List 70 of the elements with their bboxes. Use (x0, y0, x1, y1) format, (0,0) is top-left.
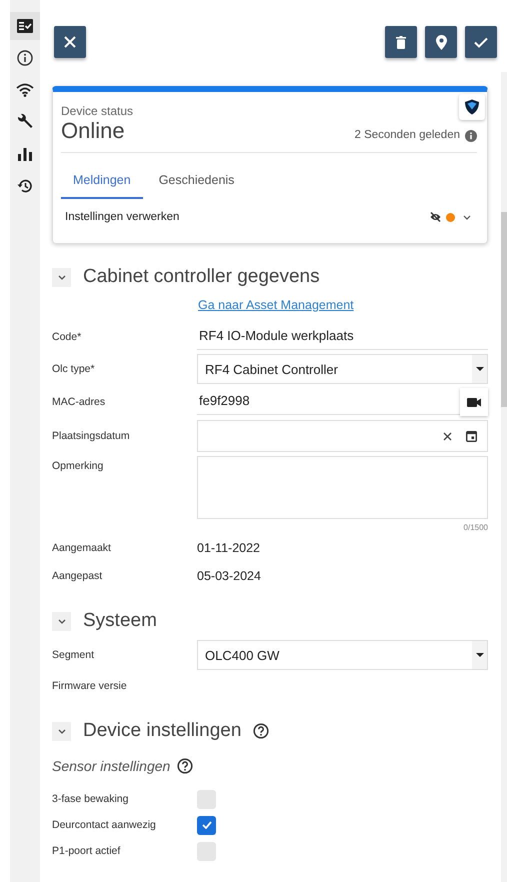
collapse-button[interactable] (52, 612, 71, 630)
section-title: Cabinet controller gegevens (83, 266, 320, 288)
field-label: 3-fase bewaking (52, 793, 130, 805)
field-label: Aangemaakt (52, 542, 112, 554)
wifi-icon (16, 83, 34, 97)
info-icon (465, 130, 477, 142)
checkmark-icon (474, 36, 488, 48)
help-icon[interactable] (177, 758, 194, 774)
chevron-icon (58, 618, 66, 624)
field-label: Firmware versie (52, 680, 128, 692)
dropdown-field[interactable]: OLC400 GW (197, 640, 488, 670)
input-field[interactable]: fe9f2998 (197, 389, 460, 415)
asset-management-link[interactable]: Ga naar Asset Management (198, 298, 354, 312)
calendar-icon[interactable] (466, 430, 477, 442)
shield-icon (464, 99, 480, 115)
caret-icon (476, 367, 484, 371)
field-label: Aangepast (52, 570, 104, 582)
notification-title: Instellingen verwerken (65, 211, 180, 223)
status-value: Online (61, 118, 126, 144)
chevron-icon (58, 728, 66, 734)
chevron-icon[interactable] (463, 214, 471, 220)
dropdown-field[interactable]: RF4 Cabinet Controller (197, 354, 488, 384)
section-title: Device instellingen (83, 720, 242, 742)
checkbox[interactable] (197, 790, 216, 808)
checklist-icon (17, 19, 33, 33)
field-label: Opmerking (52, 460, 104, 472)
clear-icon[interactable] (443, 432, 452, 440)
scrollbar[interactable] (501, 72, 507, 882)
section-title: Systeem (83, 610, 157, 632)
trash-icon (396, 36, 406, 48)
updated-time: 2 Seconden geleden (354, 129, 460, 141)
checkbox[interactable] (197, 842, 216, 860)
field-value: 01-11-2022 (197, 541, 260, 555)
close-icon (64, 36, 76, 48)
help-icon[interactable] (253, 723, 270, 739)
delete-button[interactable] (385, 26, 417, 58)
check-icon (202, 821, 212, 829)
checkbox[interactable] (197, 816, 216, 834)
close-button[interactable] (54, 26, 86, 58)
field-label: Segment (52, 649, 96, 661)
bar-chart-icon (17, 147, 33, 161)
camera-button[interactable] (460, 388, 488, 416)
shield-button[interactable] (459, 94, 485, 120)
status-label: Device status (61, 104, 134, 118)
field-value: 05-03-2024 (197, 569, 261, 583)
field-label: Deurcontact aanwezig (52, 819, 157, 831)
history-icon (17, 178, 33, 194)
field-label: Code* (52, 331, 82, 343)
field-label: Olc type* (52, 363, 96, 375)
hidden-eye-icon (430, 212, 441, 222)
confirm-button[interactable] (465, 26, 497, 58)
info-icon (17, 50, 33, 66)
collapse-button[interactable] (52, 268, 71, 286)
date-field[interactable] (197, 420, 488, 452)
collapse-button[interactable] (52, 722, 71, 740)
field-label: Plaatsingsdatum (52, 430, 131, 442)
subsection-title: Sensor instellingen (52, 758, 170, 774)
tab[interactable]: Meldingen (61, 167, 143, 199)
input-field[interactable]: RF4 IO-Module werkplaats (197, 324, 488, 350)
video-camera-icon (467, 398, 481, 406)
map-pin-icon (436, 34, 446, 50)
field-label: MAC-adres (52, 396, 106, 408)
field-label: P1-poort actief (52, 845, 122, 857)
caret-icon (476, 653, 484, 657)
chevron-icon (58, 274, 66, 280)
wrench-icon (16, 113, 34, 131)
location-button[interactable] (425, 26, 457, 58)
tab[interactable]: Geschiedenis (146, 167, 246, 199)
sidebar-item[interactable] (10, 12, 40, 40)
character-counter: 0/1500 (464, 523, 488, 532)
